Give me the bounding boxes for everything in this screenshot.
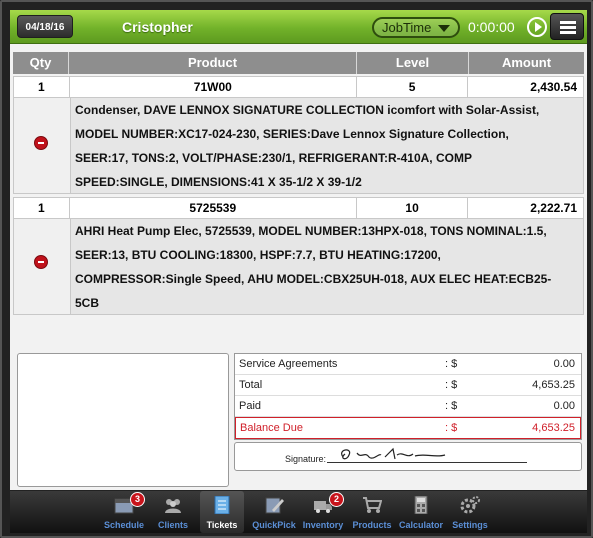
notes-box[interactable] xyxy=(17,353,229,487)
job-timer: 0:00:00 xyxy=(468,19,515,35)
menu-button[interactable] xyxy=(550,13,584,40)
tab-calculator[interactable]: Calculator xyxy=(399,491,443,533)
paid-row: Paid : $ 0.00 xyxy=(235,396,581,417)
play-icon[interactable] xyxy=(527,17,547,37)
gear-icon xyxy=(460,496,480,514)
bottom-tab-bar: 3 Schedule Clients Tickets QuickPick 2 I… xyxy=(10,491,587,533)
totals-panel: Service Agreements : $ 0.00 Total : $ 4,… xyxy=(234,353,582,440)
table-row[interactable]: 1 5725539 10 2,222.71 xyxy=(13,197,584,219)
product-cell: 5725539 xyxy=(70,198,357,218)
jobtime-dropdown[interactable]: JobTime xyxy=(372,17,460,38)
people-icon xyxy=(165,499,181,513)
header-amount: Amount xyxy=(501,55,552,70)
level-cell: 5 xyxy=(357,77,469,97)
qty-cell: 1 xyxy=(14,198,70,218)
signature-image xyxy=(341,447,446,460)
cart-icon xyxy=(363,497,382,513)
chevron-down-icon xyxy=(438,25,450,32)
technician-name: Cristopher xyxy=(122,19,193,35)
table-row[interactable]: 1 71W00 5 2,430.54 xyxy=(13,76,584,98)
item-description: Condenser, DAVE LENNOX SIGNATURE COLLECT… xyxy=(13,98,584,194)
tab-inventory[interactable]: 2 Inventory xyxy=(301,491,345,533)
table-header: Qty Product Level Amount xyxy=(13,52,584,74)
tab-settings[interactable]: Settings xyxy=(448,491,492,533)
product-cell: 71W00 xyxy=(70,77,357,97)
tab-tickets[interactable]: Tickets xyxy=(200,491,244,533)
signature-box[interactable]: Signature: xyxy=(234,442,582,471)
amount-cell: 2,222.71 xyxy=(530,201,577,215)
delete-item-icon[interactable] xyxy=(34,136,48,150)
tab-products[interactable]: Products xyxy=(350,491,394,533)
level-cell: 10 xyxy=(357,198,469,218)
signature-label: Signature: xyxy=(285,454,327,464)
jobtime-label: JobTime xyxy=(382,20,432,35)
header-level: Level xyxy=(357,52,469,74)
top-bar: 04/18/16 Cristopher JobTime 0:00:00 xyxy=(10,10,587,44)
app-frame: 04/18/16 Cristopher JobTime 0:00:00 Qty … xyxy=(0,0,593,538)
delete-item-icon[interactable] xyxy=(34,255,48,269)
description-text: Condenser, DAVE LENNOX SIGNATURE COLLECT… xyxy=(75,103,540,189)
header-product: Product xyxy=(69,52,357,74)
tab-quickpick[interactable]: QuickPick xyxy=(252,491,296,533)
description-text: AHRI Heat Pump Elec, 5725539, MODEL NUMB… xyxy=(75,224,552,310)
service-agreements-row: Service Agreements : $ 0.00 xyxy=(235,354,581,375)
tab-schedule[interactable]: 3 Schedule xyxy=(102,491,146,533)
amount-cell: 2,430.54 xyxy=(530,80,577,94)
ticket-content: Qty Product Level Amount 1 71W00 5 2,430… xyxy=(10,44,587,490)
menu-icon xyxy=(560,21,576,24)
schedule-badge: 3 xyxy=(130,492,145,507)
item-description: AHRI Heat Pump Elec, 5725539, MODEL NUMB… xyxy=(13,219,584,315)
pencil-icon xyxy=(265,497,284,514)
balance-due-row: Balance Due : $ 4,653.25 xyxy=(235,417,581,439)
total-row: Total : $ 4,653.25 xyxy=(235,375,581,396)
date-button[interactable]: 04/18/16 xyxy=(17,15,73,38)
tab-clients[interactable]: Clients xyxy=(151,491,195,533)
inventory-badge: 2 xyxy=(329,492,344,507)
qty-cell: 1 xyxy=(14,77,70,97)
header-qty: Qty xyxy=(13,52,69,74)
calculator-icon xyxy=(414,496,428,514)
ticket-icon xyxy=(214,496,230,514)
